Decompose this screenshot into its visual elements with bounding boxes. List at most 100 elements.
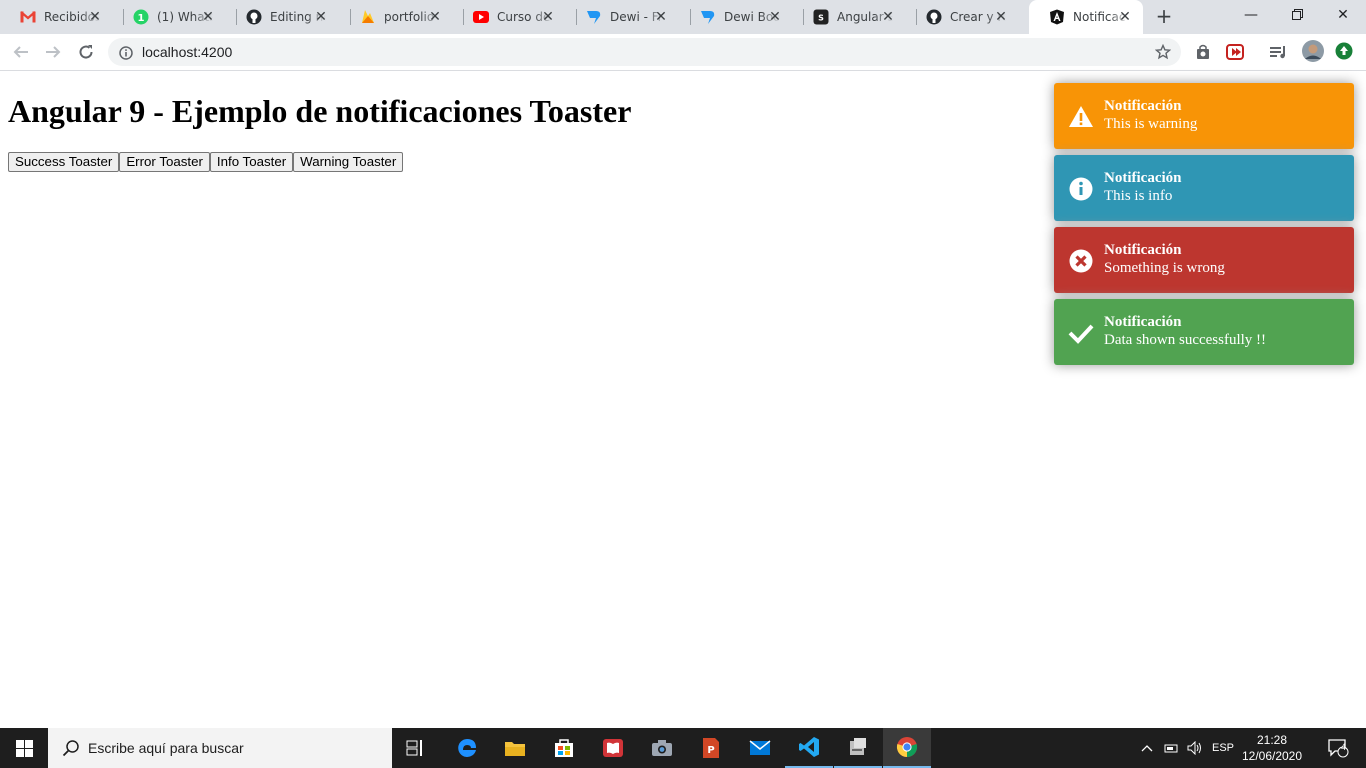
tab-github-editing[interactable]: Editing ne ✕ — [226, 0, 339, 34]
new-tab-icon[interactable]: + — [1153, 6, 1175, 28]
tab-dewi-boo[interactable]: Dewi Boo ✕ — [680, 0, 793, 34]
tab-close-icon[interactable]: ✕ — [767, 9, 783, 25]
tab-close-icon[interactable]: ✕ — [993, 9, 1009, 25]
toast-title: Notificación — [1104, 242, 1182, 258]
toast-message: Data shown successfully !! — [1104, 332, 1267, 348]
language-indicator[interactable]: ESP — [1208, 728, 1238, 768]
clock-date: 12/06/2020 — [1241, 749, 1303, 763]
tab-close-icon[interactable]: ✕ — [880, 9, 896, 25]
toast-message: This is warning — [1104, 116, 1198, 132]
angular-icon — [1049, 9, 1065, 25]
site-info-icon[interactable] — [119, 45, 133, 64]
info-toaster-button[interactable]: Info Toaster — [209, 152, 294, 172]
page-content: Angular 9 - Ejemplo de notificaciones To… — [0, 71, 1366, 728]
extension-red-icon[interactable] — [1225, 42, 1245, 62]
file-explorer-icon[interactable] — [491, 728, 539, 768]
error-toaster-button[interactable]: Error Toaster — [119, 152, 210, 172]
profile-avatar[interactable] — [1302, 40, 1324, 62]
search-placeholder: Escribe aquí para buscar — [88, 740, 244, 756]
toast-message: Something is wrong — [1104, 260, 1225, 276]
windows-taskbar: Escribe aquí para buscar P ESP 21:28 12/… — [0, 728, 1366, 768]
search-icon — [62, 739, 80, 761]
toast-warning[interactable]: Notificación This is warning — [1054, 83, 1354, 149]
tab-dewi-fr[interactable]: Dewi - Fr ✕ — [566, 0, 679, 34]
mail-icon[interactable] — [736, 728, 784, 768]
forward-icon[interactable] — [41, 40, 65, 64]
warning-toaster-button[interactable]: Warning Toaster — [293, 152, 404, 172]
dewi-icon — [586, 9, 602, 25]
svg-text:1: 1 — [138, 13, 145, 24]
gmail-icon — [20, 9, 36, 25]
browser-toolbar: localhost:4200 — [0, 34, 1366, 71]
toast-error[interactable]: Notificación Something is wrong — [1054, 227, 1354, 293]
toast-message: This is info — [1104, 188, 1173, 204]
tab-close-icon[interactable]: ✕ — [427, 9, 443, 25]
dewi-icon — [700, 9, 716, 25]
toast-info[interactable]: Notificación This is info — [1054, 155, 1354, 221]
toast-success[interactable]: Notificación Data shown successfully !! — [1054, 299, 1354, 365]
clock-time: 21:28 — [1256, 733, 1288, 747]
tab-close-icon[interactable]: ✕ — [87, 9, 103, 25]
restore-icon[interactable] — [1274, 0, 1320, 30]
success-toaster-button[interactable]: Success Toaster — [8, 152, 120, 172]
check-icon — [1068, 320, 1094, 346]
tab-youtube[interactable]: Curso de ✕ — [453, 0, 566, 34]
tab-github-crear[interactable]: Crear y re ✕ — [906, 0, 1019, 34]
network-icon[interactable] — [1160, 728, 1182, 768]
bookmark-star-icon[interactable] — [1154, 43, 1172, 64]
clock[interactable]: 21:28 12/06/2020 — [1240, 732, 1304, 764]
minimize-icon[interactable]: — — [1228, 0, 1274, 30]
chrome-icon[interactable] — [883, 728, 931, 768]
extension-bag-icon[interactable] — [1193, 42, 1213, 62]
tab-close-icon[interactable]: ✕ — [1117, 9, 1133, 25]
tab-strip: Recibidos ✕ 1 (1) Whats ✕ Editing ne ✕ p… — [0, 0, 1366, 34]
warning-icon — [1068, 104, 1094, 130]
tab-gmail[interactable]: Recibidos ✕ — [0, 0, 113, 34]
error-icon — [1068, 248, 1094, 274]
tab-notificaciones-active[interactable]: Notificac ✕ — [1029, 0, 1143, 34]
reader-app-icon[interactable] — [589, 728, 637, 768]
tab-whatsapp[interactable]: 1 (1) Whats ✕ — [113, 0, 226, 34]
github-icon — [926, 9, 942, 25]
address-bar[interactable]: localhost:4200 — [108, 38, 1181, 66]
camera-icon[interactable] — [638, 728, 686, 768]
page-title: Angular 9 - Ejemplo de notificaciones To… — [8, 93, 632, 129]
tab-close-icon[interactable]: ✕ — [653, 9, 669, 25]
tab-angular-s[interactable]: S Angular S ✕ — [793, 0, 906, 34]
tab-portfolio[interactable]: portfolio ✕ — [340, 0, 453, 34]
show-hidden-icons-icon[interactable] — [1137, 728, 1157, 768]
store-icon[interactable] — [540, 728, 588, 768]
info-icon — [1068, 176, 1094, 202]
toast-title: Notificación — [1104, 170, 1182, 186]
github-icon — [246, 9, 262, 25]
svg-text:S: S — [818, 14, 824, 23]
button-row: Success Toaster Error Toaster Info Toast… — [8, 152, 404, 172]
notification-center-icon[interactable]: 4 — [1318, 728, 1358, 768]
whatsapp-icon: 1 — [133, 9, 149, 25]
angular-s-icon: S — [813, 9, 829, 25]
reload-icon[interactable] — [74, 40, 98, 64]
windows-start-icon[interactable] — [0, 728, 48, 768]
youtube-icon — [473, 9, 489, 25]
url-text: localhost:4200 — [142, 44, 233, 60]
edge-icon[interactable] — [443, 728, 491, 768]
svg-text:P: P — [707, 745, 714, 756]
toast-title: Notificación — [1104, 98, 1182, 114]
firebase-icon — [360, 9, 376, 25]
toast-title: Notificación — [1104, 314, 1182, 330]
powerpoint-icon[interactable]: P — [687, 728, 735, 768]
update-icon[interactable] — [1334, 41, 1354, 61]
server-app-icon[interactable] — [834, 728, 882, 768]
window-close-icon[interactable]: ✕ — [1320, 0, 1366, 30]
vscode-icon[interactable] — [785, 728, 833, 768]
taskbar-search[interactable]: Escribe aquí para buscar — [48, 728, 392, 768]
task-view-icon[interactable] — [392, 728, 440, 768]
back-icon[interactable] — [9, 40, 33, 64]
media-queue-icon[interactable] — [1269, 42, 1289, 62]
tab-close-icon[interactable]: ✕ — [313, 9, 329, 25]
volume-icon[interactable] — [1184, 728, 1206, 768]
toast-container: Notificación This is warning Notificació… — [1054, 83, 1354, 371]
notification-count: 4 — [1341, 742, 1347, 752]
tab-close-icon[interactable]: ✕ — [540, 9, 556, 25]
tab-close-icon[interactable]: ✕ — [200, 9, 216, 25]
